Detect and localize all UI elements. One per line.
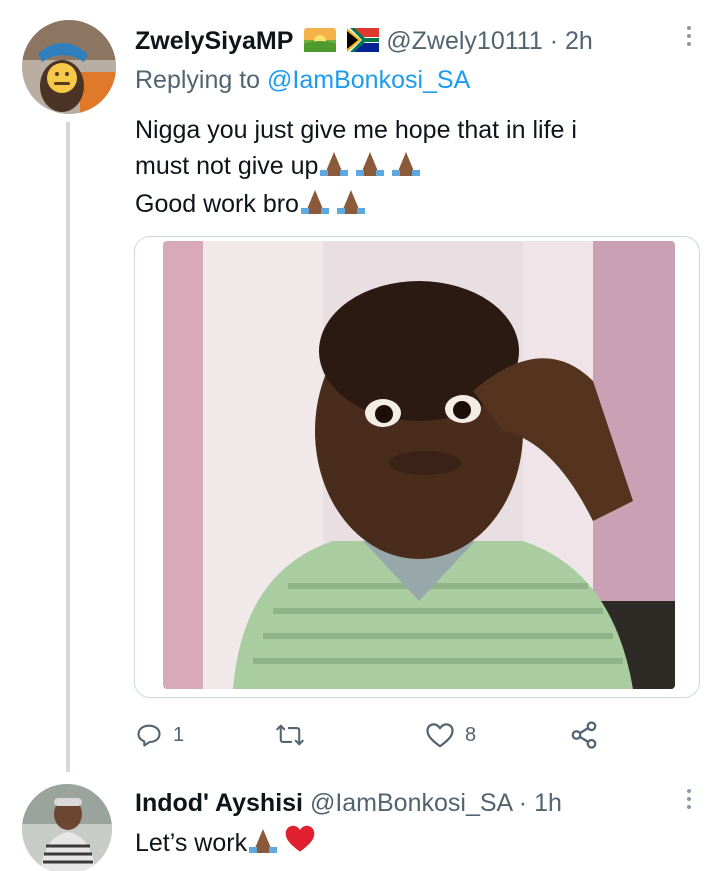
tweet-actions: 1 8	[135, 718, 635, 752]
handle[interactable]: @IamBonkosi_SA	[310, 789, 512, 817]
tweet-text: Nigga you just give me hope that in life…	[135, 112, 695, 224]
crying-child-photo	[163, 241, 675, 689]
tweet-photo[interactable]	[163, 241, 675, 689]
folded-hands-icon	[299, 188, 371, 224]
share-icon	[571, 721, 597, 749]
folded-hands-icon	[247, 827, 283, 863]
replying-to: Replying to @IamBonkosi_SA	[135, 65, 470, 95]
reply-icon	[137, 724, 161, 747]
share-button[interactable]	[569, 718, 599, 752]
tweet-text-line-with-emoji: must not give up	[135, 148, 695, 186]
timestamp[interactable]: 2h	[565, 27, 593, 55]
display-name[interactable]: Indod' Ayshisi	[135, 789, 303, 817]
tweet-text-line-with-emoji: Let’s work	[135, 823, 695, 863]
sunrise-emoji-icon	[304, 28, 337, 59]
avatar-image	[22, 20, 116, 114]
red-heart-icon	[283, 823, 317, 863]
tweet-text-line: Nigga you just give me hope that in life…	[135, 116, 577, 144]
retweet-icon	[276, 724, 304, 746]
tweet-text-line: Good work bro	[135, 190, 299, 218]
like-button[interactable]: 8	[425, 718, 476, 752]
handle[interactable]: @Zwely10111	[386, 27, 542, 55]
avatar-image	[22, 784, 112, 871]
like-count: 8	[465, 723, 477, 746]
retweet-button[interactable]	[275, 718, 315, 752]
like-icon	[426, 723, 454, 748]
timestamp[interactable]: 1h	[534, 789, 562, 817]
more-icon[interactable]	[686, 26, 692, 50]
thread-connector-line	[66, 122, 70, 772]
separator-dot: ·	[549, 27, 559, 55]
folded-hands-icon	[318, 150, 426, 186]
avatar[interactable]	[22, 20, 116, 114]
tweet-text: Let’s work	[135, 823, 695, 863]
replying-prefix: Replying to	[135, 66, 268, 94]
south-africa-flag-icon	[347, 28, 380, 59]
reply-button[interactable]: 1	[135, 718, 184, 752]
tweet-text-line: Let’s work	[135, 829, 248, 857]
media-card[interactable]	[134, 236, 700, 698]
tweet-text-line-with-emoji: Good work bro	[135, 186, 695, 224]
reply-count: 1	[173, 723, 185, 746]
display-name[interactable]: ZwelySiyaMP	[135, 27, 293, 55]
tweet-header: Indod' Ayshisi @IamBonkosi_SA · 1h	[135, 788, 562, 818]
more-icon[interactable]	[686, 789, 692, 813]
tweet-text-line: must not give up	[135, 152, 319, 180]
separator-dot: ·	[518, 789, 528, 817]
avatar[interactable]	[22, 784, 112, 871]
replying-to-mention[interactable]: @IamBonkosi_SA	[267, 66, 470, 94]
tweet-header: ZwelySiyaMP @Zwely10111 · 2h	[135, 26, 593, 59]
